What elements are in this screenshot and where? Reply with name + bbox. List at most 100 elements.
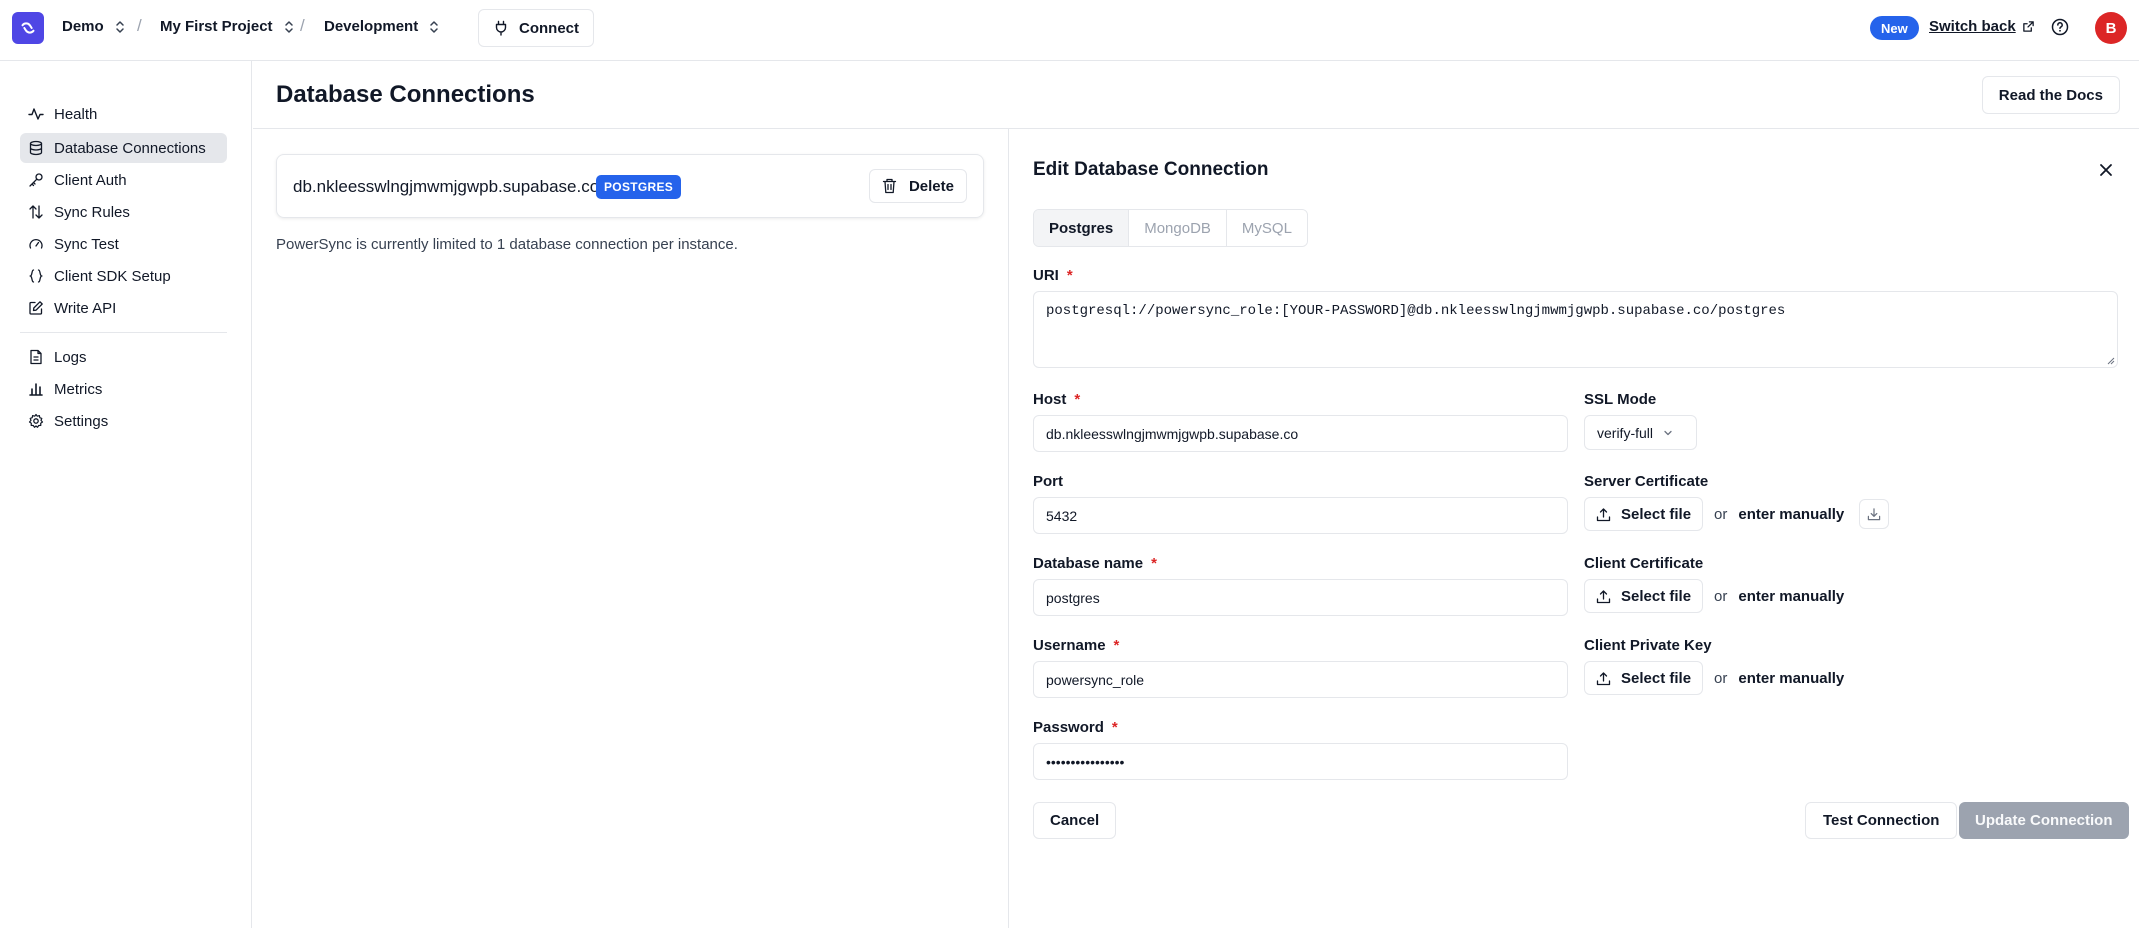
sidebar-item-sync-test[interactable]: Sync Test — [20, 229, 227, 259]
gauge-icon — [29, 238, 43, 249]
required-mark: * — [1074, 391, 1081, 408]
download-icon — [1868, 508, 1881, 521]
ssl-mode-select[interactable]: verify-full — [1584, 415, 1697, 450]
username-label: Username * — [1033, 637, 1119, 654]
activity-icon — [28, 108, 44, 120]
database-name-value: postgres — [1046, 589, 1100, 606]
page-title: Database Connections — [276, 81, 535, 108]
client-cert-enter-manually-link[interactable]: enter manually — [1738, 588, 1844, 605]
delete-button[interactable]: Delete — [868, 169, 967, 203]
client-cert-select-file-button[interactable]: Select file — [1584, 579, 1704, 613]
client-key-enter-manually-link[interactable]: enter manually — [1738, 670, 1844, 687]
tab-mongodb[interactable]: MongoDB — [1129, 210, 1227, 246]
project-switcher[interactable]: My First Project — [160, 18, 295, 35]
sidebar-item-label: Health — [54, 105, 98, 123]
client-private-key-label: Client Private Key — [1584, 637, 1712, 654]
close-icon[interactable] — [2097, 161, 2115, 179]
org-switcher[interactable]: Demo — [62, 18, 126, 35]
sidebar: Health Database Connections Client Auth … — [0, 61, 252, 928]
trash-icon — [882, 178, 897, 194]
sidebar-item-database-connections[interactable]: Database Connections — [20, 133, 227, 163]
braces-icon — [29, 269, 43, 283]
chevrons-up-down-icon — [284, 20, 293, 33]
uri-value: postgresql://powersync_role:[YOUR-PASSWO… — [1046, 303, 1786, 319]
sidebar-item-client-auth[interactable]: Client Auth — [20, 165, 227, 195]
port-label: Port — [1033, 473, 1063, 490]
required-mark: * — [1113, 637, 1120, 654]
sidebar-item-sync-rules[interactable]: Sync Rules — [20, 197, 227, 227]
powersync-logo[interactable] — [12, 12, 44, 44]
sidebar-item-label: Client Auth — [54, 171, 127, 189]
cancel-button[interactable]: Cancel — [1033, 802, 1117, 839]
file-text-icon — [30, 349, 42, 365]
sidebar-item-settings[interactable]: Settings — [20, 406, 227, 436]
host-label: Host * — [1033, 391, 1080, 408]
port-input[interactable]: 5432 — [1033, 497, 1568, 534]
upload-icon — [1596, 507, 1611, 521]
sidebar-item-label: Sync Rules — [54, 203, 130, 221]
server-cert-enter-manually-link[interactable]: enter manually — [1738, 506, 1844, 523]
username-value: powersync_role — [1046, 671, 1145, 688]
update-connection-button[interactable]: Update Connection — [1959, 802, 2129, 839]
logo-icon — [21, 22, 35, 34]
tab-postgres[interactable]: Postgres — [1034, 210, 1130, 246]
bar-chart-icon — [29, 383, 43, 396]
database-name-input[interactable]: postgres — [1033, 579, 1568, 616]
instance-switcher[interactable]: Development — [324, 18, 440, 35]
connection-card[interactable]: db.nkleesswlngjmwmjgwpb.supabase.co POST… — [276, 154, 984, 218]
sidebar-item-health[interactable]: Health — [20, 99, 227, 129]
new-badge: New — [1870, 16, 1919, 40]
sidebar-item-label: Database Connections — [54, 139, 206, 157]
host-value: db.nkleesswlngjmwmjgwpb.supabase.co — [1046, 425, 1299, 442]
edit-icon — [29, 301, 43, 315]
resize-grip-icon[interactable] — [2106, 356, 2115, 365]
server-cert-select-file-button[interactable]: Select file — [1584, 497, 1704, 531]
connection-type-badge: POSTGRES — [596, 175, 682, 199]
gear-icon — [28, 413, 44, 428]
database-name-label-text: Database name — [1033, 555, 1144, 572]
switch-back-link[interactable]: Switch back — [1929, 18, 2035, 35]
chevron-down-icon — [1664, 430, 1672, 435]
upload-icon — [1596, 671, 1611, 685]
instance-name: Development — [324, 18, 419, 35]
sidebar-item-label: Logs — [54, 348, 87, 366]
sidebar-item-client-sdk-setup[interactable]: Client SDK Setup — [20, 261, 227, 291]
client-certificate-label: Client Certificate — [1584, 555, 1704, 572]
uri-label-text: URI — [1033, 267, 1059, 284]
host-input[interactable]: db.nkleesswlngjmwmjgwpb.supabase.co — [1033, 415, 1568, 452]
username-input[interactable]: powersync_role — [1033, 661, 1568, 698]
port-value: 5432 — [1046, 507, 1078, 524]
client-key-select-file-button[interactable]: Select file — [1584, 661, 1704, 695]
username-label-text: Username — [1033, 637, 1106, 654]
sidebar-item-write-api[interactable]: Write API — [20, 293, 227, 323]
server-cert-download-button[interactable] — [1859, 499, 1890, 529]
upload-icon — [1596, 589, 1611, 603]
database-icon — [29, 140, 43, 156]
password-input[interactable]: •••••••••••••••• — [1033, 743, 1568, 780]
connection-limit-note: PowerSync is currently limited to 1 data… — [276, 236, 738, 253]
password-label-text: Password — [1033, 719, 1104, 736]
arrows-up-down-icon — [29, 205, 43, 219]
uri-input[interactable]: postgresql://powersync_role:[YOUR-PASSWO… — [1033, 291, 2118, 368]
help-circle-icon[interactable] — [2051, 18, 2069, 36]
sidebar-item-metrics[interactable]: Metrics — [20, 374, 227, 404]
sidebar-item-logs[interactable]: Logs — [20, 342, 227, 372]
page-header: Database Connections Read the Docs — [253, 61, 2139, 129]
host-label-text: Host — [1033, 391, 1067, 408]
client-private-key-row: Select file or enter manually — [1584, 661, 1844, 695]
tab-mysql[interactable]: MySQL — [1226, 210, 1307, 246]
read-docs-button[interactable]: Read the Docs — [1981, 76, 2120, 114]
avatar[interactable]: B — [2095, 12, 2127, 44]
client-certificate-row: Select file or enter manually — [1584, 579, 1844, 613]
breadcrumb-separator: / — [300, 16, 305, 35]
required-mark: * — [1151, 555, 1157, 572]
required-mark: * — [1066, 267, 1073, 284]
test-connection-button[interactable]: Test Connection — [1805, 802, 1958, 839]
project-name: My First Project — [160, 18, 273, 35]
sidebar-divider — [20, 332, 227, 333]
required-mark: * — [1111, 719, 1118, 736]
connect-button[interactable]: Connect — [478, 9, 594, 47]
sidebar-item-label: Client SDK Setup — [54, 267, 171, 285]
password-value: •••••••••••••••• — [1046, 753, 1125, 770]
sidebar-item-label: Sync Test — [54, 235, 119, 253]
